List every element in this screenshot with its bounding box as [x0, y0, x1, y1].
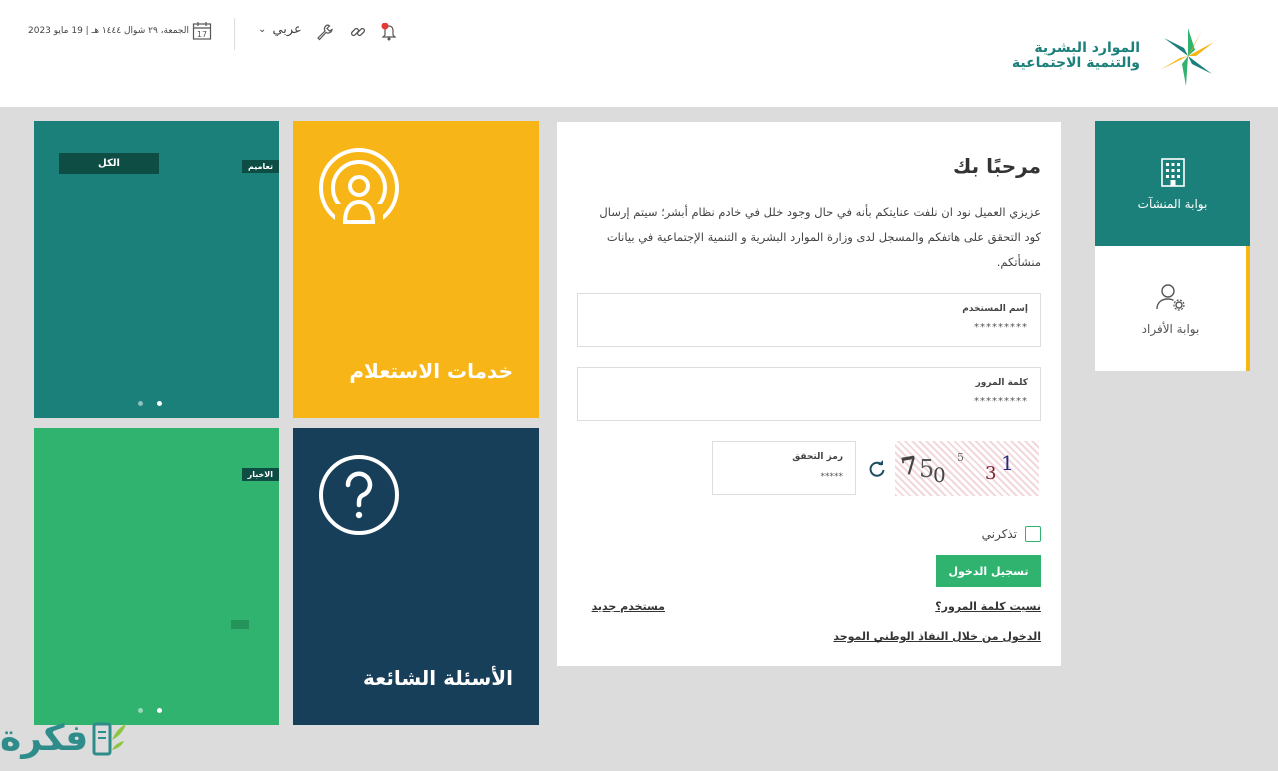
circulars-tile[interactable]: الكل تعاميم	[34, 121, 279, 418]
news-carousel-dots	[138, 708, 162, 713]
carousel-dot[interactable]	[138, 401, 143, 406]
captcha-image: 7 5 0 5 3 1	[895, 441, 1039, 496]
login-card: مرحبًا بك عزيزي العميل نود ان نلفت عنايت…	[557, 122, 1061, 666]
login-notice: عزيزي العميل نود ان نلفت عنايتكم بأنه في…	[599, 205, 1041, 269]
captcha-char: 7	[898, 449, 921, 482]
forgot-password-link[interactable]: نسيت كلمة المرور؟	[935, 600, 1041, 613]
password-value: *********	[974, 396, 1028, 407]
language-label: عربي	[272, 22, 302, 37]
carousel-dot-active[interactable]	[157, 401, 162, 406]
calendar-day: 17	[197, 30, 207, 39]
watermark: فكرة	[0, 710, 128, 766]
chevron-down-icon: ⌄	[258, 24, 267, 35]
logo-line-1: الموارد البشرية	[1034, 40, 1140, 56]
nav-establishments-portal[interactable]: بوابة المنشآت	[1095, 121, 1250, 246]
broadcast-person-icon	[319, 148, 399, 230]
captcha-char: 0	[933, 463, 946, 487]
username-field[interactable]: إسم المستخدم *********	[577, 293, 1041, 347]
wrench-icon[interactable]	[316, 23, 334, 41]
news-placeholder	[231, 620, 249, 629]
nav-individuals-label: بوابة الأفراد	[1141, 321, 1200, 336]
login-button[interactable]: تسجيل الدخول	[936, 555, 1041, 587]
remember-me[interactable]: تذكرني	[982, 526, 1041, 542]
username-value: *********	[974, 322, 1028, 333]
captcha-label: رمز التحقق	[792, 452, 843, 462]
news-tile[interactable]: الاخبار	[34, 428, 279, 725]
language-selector[interactable]: ⌄ عربي	[258, 22, 302, 37]
current-date: الجمعة، ٢٩ شوال ١٤٤٤ هـ | 19 مايو 2023	[28, 26, 189, 36]
ministry-logo[interactable]: الموارد البشرية والتنمية الاجتماعية	[1012, 24, 1226, 88]
calendar-icon: 17	[192, 22, 212, 40]
user-settings-icon	[1155, 283, 1185, 311]
circulars-carousel-dots	[138, 401, 162, 406]
captcha-char: 1	[1001, 451, 1014, 475]
welcome-title: مرحبًا بك	[952, 154, 1041, 178]
remember-me-checkbox[interactable]	[1025, 526, 1041, 542]
remember-me-label: تذكرني	[981, 527, 1017, 541]
nafath-login-link[interactable]: الدخول من خلال النفاذ الوطني الموحد	[833, 630, 1041, 643]
captcha-char: 5	[919, 455, 935, 483]
watermark-text: فكرة	[0, 717, 89, 759]
question-mark-icon	[319, 455, 399, 535]
new-user-link[interactable]: مستخدم جديد	[592, 600, 665, 613]
password-field[interactable]: كلمة المرور *********	[577, 367, 1041, 421]
inquiry-services-title: خدمات الاستعلام	[349, 359, 513, 383]
faq-tile[interactable]: الأسئلة الشائعة	[293, 428, 539, 725]
logo-line-2: والتنمية الاجتماعية	[1011, 55, 1140, 71]
header-divider	[234, 18, 235, 50]
captcha-input[interactable]: رمز التحقق *****	[712, 441, 856, 495]
carousel-dot-active[interactable]	[157, 708, 162, 713]
circulars-badge: تعاميم	[241, 160, 279, 173]
captcha-char: 5	[957, 451, 964, 464]
captcha-value: *****	[820, 472, 844, 482]
news-badge: الاخبار	[241, 468, 279, 481]
ministry-emblem-icon	[1160, 28, 1214, 86]
all-circulars-button[interactable]: الكل	[59, 153, 159, 174]
refresh-captcha-icon[interactable]	[867, 459, 887, 479]
building-icon	[1160, 157, 1185, 187]
username-label: إسم المستخدم	[962, 304, 1028, 314]
header-toolbar: الجمعة، ٢٩ شوال ١٤٤٤ هـ | 19 مايو 2023 1…	[0, 18, 420, 50]
inquiry-services-tile[interactable]: خدمات الاستعلام	[293, 121, 539, 418]
password-label: كلمة المرور	[975, 378, 1028, 388]
nav-individuals-portal[interactable]: بوابة الأفراد	[1095, 246, 1250, 371]
header: الموارد البشرية والتنمية الاجتماعية الجم…	[0, 0, 1278, 107]
portal-nav: بوابة المنشآت بوابة الأفراد	[1095, 121, 1250, 371]
captcha-char: 3	[985, 463, 997, 484]
nav-establishments-label: بوابة المنشآت	[1137, 196, 1208, 211]
leaf-book-icon	[92, 722, 127, 756]
carousel-dot[interactable]	[138, 708, 143, 713]
faq-title: الأسئلة الشائعة	[363, 666, 513, 690]
link-icon[interactable]	[349, 23, 367, 41]
notification-bell-icon[interactable]	[379, 23, 399, 41]
